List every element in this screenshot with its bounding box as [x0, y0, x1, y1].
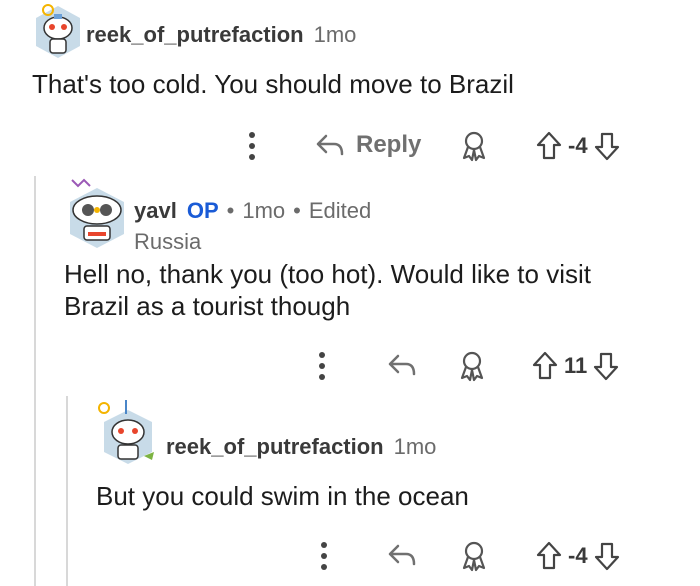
- separator-dot: •: [226, 198, 235, 223]
- award-icon: [460, 351, 484, 382]
- vote-score: -4: [568, 543, 588, 568]
- vote-score: -4: [568, 133, 588, 158]
- upvote-arrow-icon[interactable]: [536, 540, 562, 572]
- reply-arrow-icon: [388, 354, 416, 376]
- comment-actions: -4: [0, 536, 700, 576]
- downvote-arrow-icon[interactable]: [594, 130, 620, 162]
- timestamp: 1mo: [242, 198, 286, 223]
- comment-body: But you could swim in the ocean: [96, 481, 469, 511]
- award-icon: [462, 131, 486, 162]
- reply-button[interactable]: [386, 540, 418, 570]
- more-options-button[interactable]: [246, 130, 258, 162]
- downvote-arrow-icon[interactable]: [594, 540, 620, 572]
- reply-arrow-icon: [388, 544, 416, 566]
- award-icon: [462, 541, 486, 572]
- username[interactable]: reek_of_putrefaction: [86, 22, 304, 48]
- more-options-button[interactable]: [316, 350, 328, 382]
- separator-dot: •: [293, 198, 301, 223]
- reply-button[interactable]: Reply: [314, 130, 421, 160]
- timestamp: 1mo: [313, 22, 357, 47]
- comment-header: reek_of_putrefaction 1mo: [86, 22, 356, 48]
- avatar[interactable]: [32, 2, 84, 62]
- reply-arrow-icon: [316, 134, 344, 156]
- username[interactable]: yavl: [134, 198, 177, 224]
- comment-header: yavl OP • 1mo • Edited: [134, 198, 371, 224]
- more-options-icon: [249, 132, 255, 160]
- comment-body-line-1: Hell no, thank you (too hot). Would like…: [64, 259, 591, 289]
- username[interactable]: reek_of_putrefaction: [166, 434, 384, 460]
- vote-group: -4: [536, 130, 620, 162]
- comment-header: reek_of_putrefaction 1mo: [166, 434, 436, 460]
- downvote-arrow-icon[interactable]: [593, 350, 619, 382]
- edited-label: Edited: [308, 198, 372, 223]
- comment-actions: Reply -4: [0, 126, 700, 166]
- timestamp: 1mo: [393, 434, 437, 459]
- award-button[interactable]: [458, 130, 490, 162]
- comment-actions: 11: [0, 346, 700, 386]
- avatar[interactable]: [96, 398, 156, 468]
- user-flair: Russia: [134, 229, 202, 254]
- reply-button[interactable]: [386, 350, 418, 380]
- award-button[interactable]: [458, 540, 490, 572]
- more-options-icon: [321, 542, 327, 570]
- vote-group: 11: [532, 350, 619, 382]
- vote-score: 11: [564, 353, 588, 378]
- reply-label: Reply: [356, 131, 422, 158]
- op-badge: OP: [186, 198, 219, 223]
- comment-body-line-2: Brazil as a tourist though: [64, 291, 351, 321]
- upvote-arrow-icon[interactable]: [532, 350, 558, 382]
- more-options-button[interactable]: [318, 540, 330, 572]
- avatar[interactable]: [64, 178, 130, 248]
- more-options-icon: [319, 352, 325, 380]
- vote-group: -4: [536, 540, 620, 572]
- comment-body: That's too cold. You should move to Braz…: [32, 69, 514, 99]
- award-button[interactable]: [456, 350, 488, 382]
- upvote-arrow-icon[interactable]: [536, 130, 562, 162]
